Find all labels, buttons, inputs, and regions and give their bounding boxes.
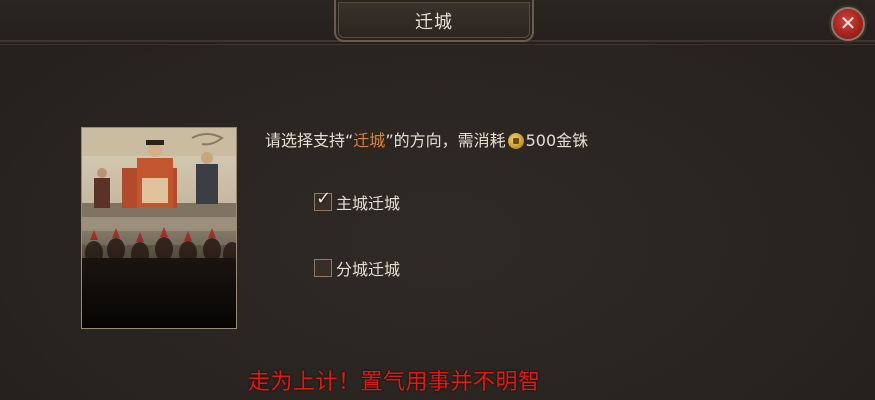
prompt-text-before: 请选择支持“ bbox=[265, 131, 354, 150]
cost-unit: 金铢 bbox=[556, 131, 589, 150]
option-main-city[interactable]: ✓ 主城迁城 bbox=[314, 188, 401, 214]
migration-prompt: 请选择支持“迁城”的方向，需消耗 500金铢 bbox=[265, 127, 588, 151]
event-illustration bbox=[81, 127, 237, 329]
option-label: 主城迁城 bbox=[336, 194, 401, 213]
checkmark-icon: ✓ bbox=[316, 188, 332, 209]
prompt-highlight: 迁城 bbox=[353, 131, 386, 150]
dialog-title: 迁城 bbox=[415, 12, 453, 33]
caption-text: 走为上计！置气用事并不明智 bbox=[248, 370, 541, 395]
cost-amount: 500 bbox=[525, 131, 557, 150]
gold-coin-icon bbox=[507, 133, 524, 149]
close-x-icon: ✕ bbox=[839, 11, 857, 35]
title-plate: 迁城 bbox=[334, 0, 534, 42]
option-branch-city[interactable]: 分城迁城 bbox=[314, 256, 400, 280]
close-button[interactable]: ✕ bbox=[831, 7, 865, 41]
court-scene-image bbox=[82, 128, 236, 328]
branch-city-checkbox[interactable] bbox=[314, 259, 332, 277]
option-label: 分城迁城 bbox=[336, 260, 401, 279]
main-city-checkbox[interactable]: ✓ bbox=[314, 188, 332, 211]
migrate-city-dialog: 迁城 ✕ 请选择支持“迁城”的方向，需消耗 500金铢 ✓ 主城迁城 分城迁城 … bbox=[0, 0, 875, 400]
prompt-text-middle: ”的方向，需消耗 bbox=[385, 131, 506, 150]
